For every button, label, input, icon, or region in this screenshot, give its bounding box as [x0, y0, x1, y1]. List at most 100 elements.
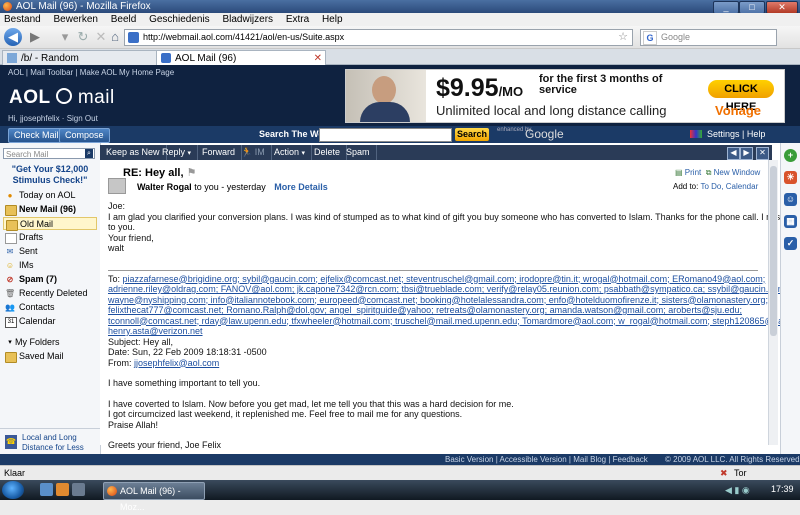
menu-bewerken[interactable]: Bewerken — [53, 14, 97, 25]
recipients-line[interactable]: henry.asta@verizon.net — [108, 326, 758, 337]
my-folders-toggle[interactable]: ▾ My Folders — [3, 336, 97, 349]
address-url[interactable]: http://webmail.aol.com/41421/aol/en-us/S… — [143, 30, 344, 45]
new-window-icon[interactable]: ⧉ — [706, 168, 712, 177]
sidebar-item-contacts[interactable]: 👥 Contacts — [3, 301, 97, 314]
stimulus-promo-link[interactable]: "Get Your $12,000 Stimulus Check!" — [0, 164, 100, 186]
compose-button[interactable]: Compose — [59, 128, 110, 143]
from-email-link[interactable]: jjosephfelix@aol.com — [134, 358, 219, 368]
sender-name[interactable]: Walter Rogal — [137, 182, 192, 192]
footer-links[interactable]: Basic Version | Accessible Version | Mai… — [445, 454, 648, 465]
settings-help-links[interactable]: Settings | Help — [707, 129, 765, 139]
tray-icons[interactable]: ◀ ▮ ◉ — [725, 485, 750, 496]
back-button[interactable]: ◀ — [4, 28, 22, 46]
aol-toolbar: Check Mail Compose Search The Web Search… — [0, 126, 800, 143]
sidebar-item-new-mail[interactable]: New Mail (96) — [3, 203, 97, 216]
previous-message-icon[interactable]: ◀ — [727, 147, 740, 160]
forward-button[interactable]: ▶ — [26, 28, 44, 46]
home-icon[interactable]: ⌂ — [106, 28, 124, 46]
print-link[interactable]: Print — [685, 168, 701, 177]
mail-sidebar: Search Mail ⌕ "Get Your $12,000 Stimulus … — [0, 143, 101, 465]
checklist-icon[interactable]: ✓ — [784, 237, 797, 250]
sidebar-item-old-mail[interactable]: Old Mail — [3, 217, 97, 231]
flag-icon[interactable]: ⚑ — [187, 167, 197, 179]
close-tab-icon[interactable]: ✕ — [314, 51, 322, 66]
search-mail-input[interactable]: Search Mail ⌕ — [3, 148, 95, 159]
firefox-quicklaunch-icon[interactable] — [56, 483, 69, 496]
add-icon[interactable]: + — [784, 149, 797, 162]
tor-status-icon[interactable]: ✖ — [720, 466, 728, 480]
search-web-input[interactable] — [319, 128, 452, 142]
sidebar-item-label: Contacts — [19, 302, 55, 312]
spam-button[interactable]: Spam — [340, 145, 377, 160]
sidebar-item-saved-mail[interactable]: Saved Mail — [3, 350, 97, 363]
add-to-todo-calendar-link[interactable]: To Do, Calendar — [700, 182, 758, 191]
new-window-link[interactable]: New Window — [714, 168, 761, 177]
aol-mail-logo[interactable]: AOL mail — [9, 87, 115, 109]
local-ad-text[interactable]: Local and Long Distance for Less — [22, 433, 96, 453]
sidebar-item-label: New Mail (96) — [19, 204, 77, 214]
explorer-quicklaunch-icon[interactable] — [72, 483, 85, 496]
sidebar-item-today[interactable]: ● Today on AOL — [3, 189, 97, 202]
sidebar-item-sent[interactable]: ✉ Sent — [3, 245, 97, 258]
body-line: Greets your friend, Joe Felix — [108, 440, 222, 450]
body-line: Your friend, — [108, 232, 154, 243]
reply-button[interactable]: Reply ▾ — [156, 145, 199, 160]
sidebar-item-calendar[interactable]: 31 Calendar — [3, 315, 97, 328]
taskbar-firefox-task[interactable]: AOL Mail (96) - Moz... — [103, 482, 205, 512]
im-button[interactable]: 🏃 IM — [235, 145, 272, 160]
color-theme-icon[interactable] — [690, 130, 702, 138]
check-mail-button[interactable]: Check Mail — [8, 128, 65, 143]
recipients-line[interactable]: piazzafarnese@brigidine.org; sybil@gauci… — [123, 274, 766, 284]
menu-extra[interactable]: Extra — [286, 14, 309, 25]
menu-bestand[interactable]: Bestand — [4, 14, 41, 25]
my-folders-label: My Folders — [15, 337, 60, 347]
sidebar-item-recently-deleted[interactable]: 🗑 Recently Deleted — [3, 287, 97, 300]
show-desktop-icon[interactable] — [40, 483, 53, 496]
menu-beeld[interactable]: Beeld — [111, 14, 137, 25]
menu-bar: Bestand Bewerken Beeld Geschiedenis Blad… — [0, 13, 800, 27]
tab-aol-mail[interactable]: AOL Mail (96) ✕ — [156, 50, 326, 65]
menu-geschiedenis[interactable]: Geschiedenis — [149, 14, 210, 25]
dropdown-arrow-icon[interactable]: ▾ — [56, 28, 74, 46]
google-icon[interactable]: G — [643, 31, 657, 45]
body-line: to you. — [108, 222, 136, 232]
weather-icon[interactable]: ☀ — [784, 171, 797, 184]
user-greeting[interactable]: Hi, jjosephfelix · Sign Out — [8, 114, 98, 123]
sidebar-item-spam[interactable]: ⊘ Spam (7) — [3, 273, 97, 286]
recipients-line[interactable]: tconnoll@comcast.net; rday@law.upenn.edu… — [108, 316, 800, 327]
next-message-icon[interactable]: ▶ — [740, 147, 753, 160]
search-icon[interactable]: ⌕ — [85, 149, 93, 158]
folder-icon — [6, 220, 18, 231]
recipients-line[interactable]: felixthecat777@comcast.net; Romano.Ralph… — [108, 305, 758, 316]
address-bar[interactable]: http://webmail.aol.com/41421/aol/en-us/S… — [124, 29, 633, 46]
vonage-ad-banner[interactable]: $9.95/MO for the first 3 months of servi… — [345, 69, 785, 123]
more-details-link[interactable]: More Details — [274, 182, 328, 192]
message-scrollbar[interactable] — [768, 160, 778, 445]
tab-random[interactable]: /b/ - Random — [2, 50, 172, 65]
people-icon[interactable]: ☺ — [784, 193, 797, 206]
recipients-line[interactable]: wayne@nyshipping.com; info@italiannotebo… — [108, 295, 768, 306]
calendar-rail-icon[interactable]: ▦ — [784, 215, 797, 228]
sidebar-item-drafts[interactable]: Drafts — [3, 231, 97, 244]
clock[interactable]: 17:39 — [771, 484, 794, 494]
sidebar-item-ims[interactable]: ☺ IMs — [3, 259, 97, 272]
contacts-icon: 👥 — [5, 303, 15, 312]
start-button[interactable] — [2, 481, 24, 499]
reload-icon[interactable]: ↻ — [74, 28, 92, 46]
ad-click-here-button[interactable]: CLICK HERE — [708, 80, 774, 113]
menu-bladwijzers[interactable]: Bladwijzers — [222, 14, 273, 25]
action-menu-button[interactable]: Action ▾ — [268, 145, 313, 160]
scrollbar-thumb[interactable] — [770, 166, 777, 336]
aol-top-links[interactable]: AOL | Mail Toolbar | Make AOL My Home Pa… — [8, 68, 174, 77]
search-web-button[interactable]: Search — [455, 128, 489, 141]
logo-aol: AOL — [9, 87, 51, 108]
close-message-icon[interactable]: ✕ — [756, 147, 769, 160]
aol-logo-icon — [56, 88, 73, 104]
add-to-links: Add to: To Do, Calendar — [673, 182, 758, 191]
menu-help[interactable]: Help — [322, 14, 343, 25]
bookmark-star-icon[interactable]: ☆ — [618, 30, 628, 45]
recipients-line[interactable]: adrienne.riley@oldrag.com; FANOV@aol.com… — [108, 284, 792, 295]
window-titlebar: AOL Mail (96) - Mozilla Firefox _ □ ✕ — [0, 0, 800, 14]
print-icon[interactable]: ▤ — [675, 168, 683, 177]
web-search-input[interactable]: G Google — [640, 29, 777, 46]
